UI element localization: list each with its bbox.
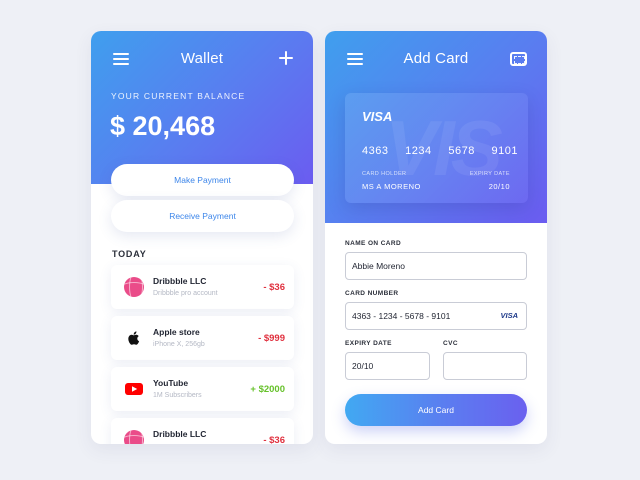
youtube-icon — [124, 379, 144, 399]
apple-icon — [124, 328, 144, 348]
card-number-label: CARD NUMBER — [345, 290, 399, 297]
scan-card-icon[interactable] — [510, 52, 527, 66]
wallet-screen: Wallet YOUR CURRENT BALANCE $ 20,468 Mak… — [91, 31, 313, 444]
expiry-date-input[interactable]: 20/10 — [345, 352, 430, 380]
add-card-button[interactable]: Add Card — [345, 394, 527, 426]
balance-amount: $ 20,468 — [110, 111, 216, 141]
card-number-group: 4363 — [362, 145, 389, 157]
balance-label: YOUR CURRENT BALANCE — [111, 91, 246, 101]
card-number-input[interactable]: 4363 - 1234 - 5678 - 9101 VISA — [345, 302, 527, 330]
transaction-name: Dribbble LLC — [153, 429, 207, 439]
card-holder-label: CARD HOLDER — [362, 171, 407, 177]
add-card-topbar: Add Card — [325, 31, 547, 87]
transaction-name: YouTube — [153, 378, 189, 388]
cvc-input[interactable] — [443, 352, 527, 380]
transaction-amount: - $36 — [263, 435, 285, 444]
transaction-item[interactable]: YouTube 1M Subscribers + $2000 — [111, 367, 294, 411]
transaction-amount: - $36 — [263, 282, 285, 293]
card-number-group: 5678 — [448, 145, 475, 157]
credit-card-preview: VIS VISA 4363 1234 5678 9101 CARD HOLDER… — [345, 93, 528, 203]
name-on-card-label: NAME ON CARD — [345, 240, 402, 247]
card-number-group: 1234 — [405, 145, 432, 157]
expiry-date-label: EXPIRY DATE — [345, 340, 392, 347]
visa-small-logo: VISA — [500, 311, 518, 320]
card-number-group: 9101 — [491, 145, 518, 157]
add-card-screen: Add Card VIS VISA 4363 1234 5678 9101 CA… — [325, 31, 547, 444]
section-title: TODAY — [112, 249, 147, 259]
card-number-value: 4363 - 1234 - 5678 - 9101 — [352, 311, 451, 321]
transaction-amount: + $2000 — [250, 384, 285, 395]
card-number-display: 4363 1234 5678 9101 — [362, 145, 518, 157]
cvc-label: CVC — [443, 340, 458, 347]
card-expiry-label: EXPIRY DATE — [469, 171, 510, 177]
card-holder-name: MS A MORENO — [362, 182, 421, 191]
visa-logo: VISA — [362, 109, 393, 124]
transaction-item[interactable]: Dribbble LLC - $36 — [111, 418, 294, 444]
name-on-card-input[interactable]: Abbie Moreno — [345, 252, 527, 280]
transaction-description: 1M Subscribers — [153, 392, 202, 399]
transaction-item[interactable]: Dribbble LLC Dribbble pro account - $36 — [111, 265, 294, 309]
transaction-description: Dribbble pro account — [153, 290, 218, 297]
transaction-item[interactable]: Apple store iPhone X, 256gb - $999 — [111, 316, 294, 360]
wallet-topbar: Wallet — [91, 31, 313, 87]
add-icon[interactable] — [279, 51, 293, 65]
transaction-name: Apple store — [153, 327, 200, 337]
make-payment-button[interactable]: Make Payment — [111, 164, 294, 196]
transaction-amount: - $999 — [258, 333, 285, 344]
dribbble-icon — [124, 430, 144, 444]
dribbble-icon — [124, 277, 144, 297]
transaction-description: iPhone X, 256gb — [153, 341, 205, 348]
receive-payment-button[interactable]: Receive Payment — [111, 200, 294, 232]
card-expiry-value: 20/10 — [488, 182, 510, 191]
transaction-name: Dribbble LLC — [153, 276, 207, 286]
